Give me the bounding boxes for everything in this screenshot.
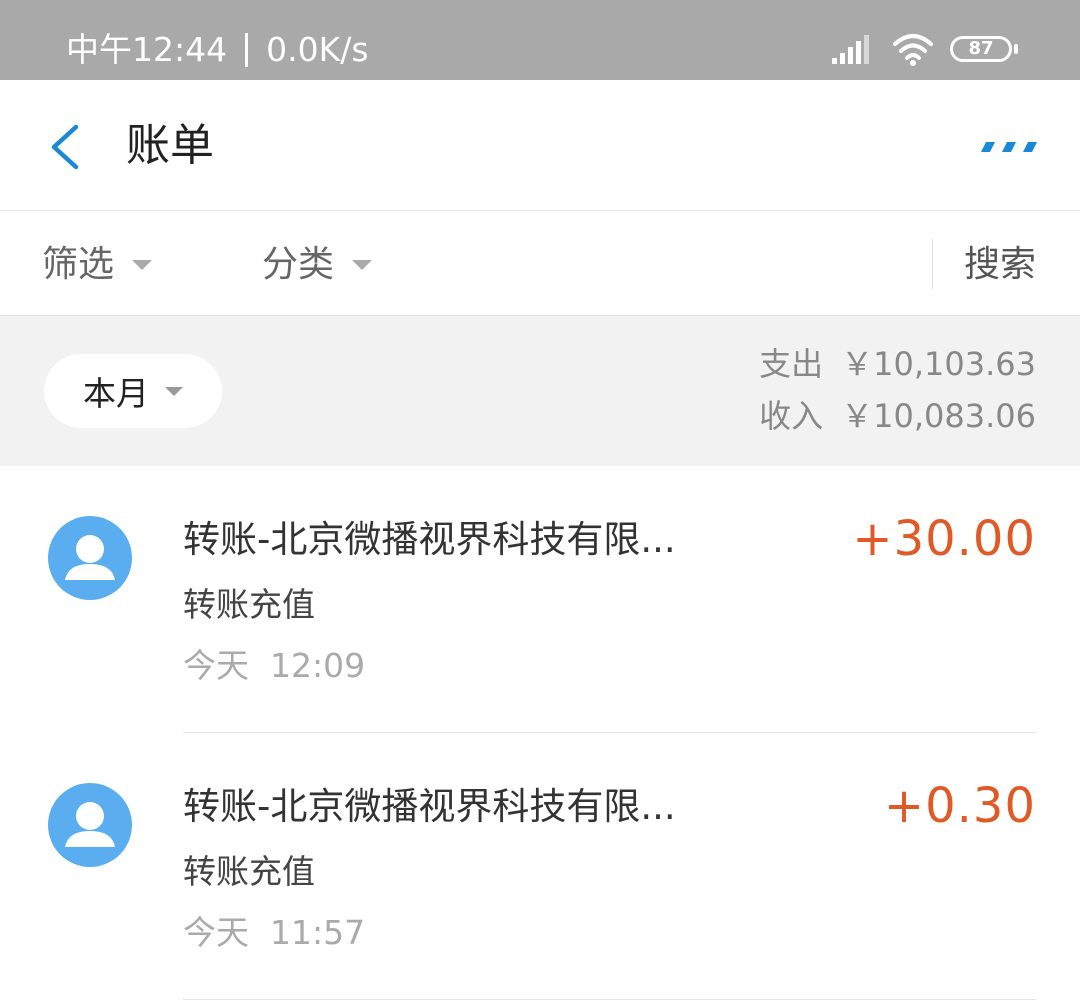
income-value: ￥10,083.06 — [841, 397, 1036, 435]
summary-totals: 支出 ￥10,103.63 收入 ￥10,083.06 — [759, 338, 1036, 442]
transaction-time: 今天 11:57 — [183, 911, 365, 955]
avatar — [48, 783, 132, 867]
battery-icon: 87 — [950, 34, 1018, 64]
transaction-title: 转账-北京微播视界科技有限... — [183, 785, 676, 828]
expense-line: 支出 ￥10,103.63 — [759, 338, 1036, 390]
avatar — [48, 516, 132, 600]
transaction-clock: 12:09 — [269, 646, 366, 685]
category-label: 分类 — [262, 244, 335, 285]
transaction-row[interactable]: 转账-北京微播视界科技有限... 转账充值 今天 11:57 +0.30 — [0, 733, 1080, 1000]
more-options-icon[interactable] — [978, 140, 1038, 152]
month-selector[interactable]: 本月 — [44, 354, 222, 428]
status-bar: 中午12:44 0.0K/s 87 — [0, 0, 1080, 80]
filter-bar: 筛选 分类 搜索 — [0, 211, 1080, 316]
user-icon — [65, 802, 115, 847]
month-label: 本月 — [83, 374, 149, 413]
expense-label: 支出 — [759, 345, 824, 383]
income-line: 收入 ￥10,083.06 — [759, 390, 1036, 442]
caret-down-icon — [352, 260, 373, 270]
transaction-row[interactable]: 转账-北京微播视界科技有限... 转账充值 今天 12:09 +30.00 — [0, 466, 1080, 733]
battery-level: 87 — [968, 38, 994, 59]
category-dropdown[interactable]: 分类 — [262, 243, 373, 287]
status-icons: 87 — [832, 32, 1018, 66]
status-time: 中午12:44 — [66, 30, 228, 69]
network-speed: 0.0K/s — [266, 30, 369, 69]
transaction-amount: +0.30 — [883, 778, 1036, 834]
app-header: 账单 — [0, 80, 1080, 211]
status-left: 中午12:44 0.0K/s — [66, 26, 369, 74]
transaction-clock: 11:57 — [269, 913, 366, 952]
filter-label: 筛选 — [42, 244, 115, 285]
row-divider — [183, 999, 1036, 1000]
transaction-time: 今天 12:09 — [183, 644, 365, 688]
transaction-amount: +30.00 — [852, 511, 1036, 567]
wifi-icon — [893, 34, 933, 66]
transaction-subtitle: 转账充值 — [183, 852, 315, 891]
page-title: 账单 — [126, 120, 214, 171]
back-arrow-icon[interactable] — [48, 124, 82, 170]
transaction-title: 转账-北京微播视界科技有限... — [183, 518, 676, 561]
search-button[interactable]: 搜索 — [964, 243, 1036, 287]
signal-icon — [832, 35, 869, 64]
caret-down-icon — [165, 386, 183, 396]
transaction-date: 今天 — [183, 646, 249, 685]
caret-down-icon — [132, 260, 153, 270]
transaction-date: 今天 — [183, 913, 249, 952]
filter-dropdown[interactable]: 筛选 — [42, 243, 153, 287]
expense-value: ￥10,103.63 — [841, 345, 1036, 383]
user-icon — [65, 535, 115, 580]
income-label: 收入 — [759, 397, 824, 435]
filter-divider — [932, 239, 933, 289]
status-separator — [245, 33, 249, 67]
transaction-subtitle: 转账充值 — [183, 585, 315, 624]
month-summary: 本月 支出 ￥10,103.63 收入 ￥10,083.06 — [0, 316, 1080, 466]
